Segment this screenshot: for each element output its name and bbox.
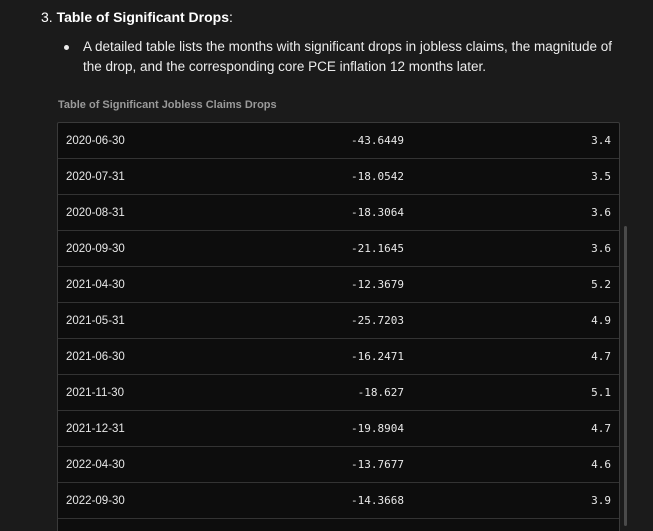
bullet-text: A detailed table lists the months with s… <box>83 39 613 74</box>
pce-cell: 3.6 <box>591 206 611 219</box>
table-body: 2020-06-30 -43.6449 3.4 2020-07-31 -18.0542 3… <box>58 123 619 519</box>
table-row: 2020-07-31 -18.0542 3.5 <box>58 159 619 195</box>
table-row: 2021-04-30 -12.3679 5.2 <box>58 267 619 303</box>
drop-cell: -13.7677 <box>351 458 404 471</box>
date-cell: 2020-09-30 <box>66 243 125 255</box>
pce-cell: 3.4 <box>591 134 611 147</box>
pce-cell: 4.7 <box>591 350 611 363</box>
pce-cell: 4.7 <box>591 422 611 435</box>
table-row: 2020-06-30 -43.6449 3.4 <box>58 123 619 159</box>
table-row: 2021-05-31 -25.7203 4.9 <box>58 303 619 339</box>
section-colon: : <box>229 9 233 25</box>
date-cell: 2020-06-30 <box>66 135 125 147</box>
date-cell: 2020-07-31 <box>66 171 125 183</box>
date-cell: 2021-11-30 <box>66 387 124 399</box>
scrollbar[interactable] <box>624 226 627 526</box>
data-table: 2020-06-30 -43.6449 3.4 2020-07-31 -18.0542 3… <box>57 122 620 531</box>
pce-cell: 5.1 <box>591 386 611 399</box>
drop-cell: -18.3064 <box>351 206 404 219</box>
date-cell: 2021-05-31 <box>66 315 125 327</box>
drop-cell: -21.1645 <box>351 242 404 255</box>
date-cell: 2021-04-30 <box>66 279 125 291</box>
drop-cell: -18.0542 <box>351 170 404 183</box>
pce-cell: 4.6 <box>591 458 611 471</box>
drop-cell: -19.8904 <box>351 422 404 435</box>
drop-cell: -14.3668 <box>351 494 404 507</box>
pce-cell: 3.6 <box>591 242 611 255</box>
table-row: 2021-12-31 -19.8904 4.7 <box>58 411 619 447</box>
date-cell: 2021-06-30 <box>66 351 125 363</box>
drop-cell: -12.3679 <box>351 278 404 291</box>
bullet-item: A detailed table lists the months with s… <box>64 37 634 77</box>
date-cell: 2021-12-31 <box>66 423 125 435</box>
section-heading: 3. Table of Significant Drops: <box>41 8 233 26</box>
table-row: 2020-09-30 -21.1645 3.6 <box>58 231 619 267</box>
pce-cell: 4.9 <box>591 314 611 327</box>
pce-cell: 3.5 <box>591 170 611 183</box>
table-row: 2022-09-30 -14.3668 3.9 <box>58 483 619 519</box>
table-title: Table of Significant Jobless Claims Drop… <box>58 99 277 111</box>
drop-cell: -18.627 <box>357 386 404 399</box>
table-row: 2020-08-31 -18.3064 3.6 <box>58 195 619 231</box>
date-cell: 2022-04-30 <box>66 459 125 471</box>
drop-cell: -16.2471 <box>351 350 404 363</box>
bullet-dot-icon <box>64 45 69 50</box>
pce-cell: 5.2 <box>591 278 611 291</box>
table-row: 2021-06-30 -16.2471 4.7 <box>58 339 619 375</box>
date-cell: 2020-08-31 <box>66 207 125 219</box>
table-row: 2021-11-30 -18.627 5.1 <box>58 375 619 411</box>
pce-cell: 3.9 <box>591 494 611 507</box>
date-cell: 2022-09-30 <box>66 495 125 507</box>
drop-cell: -25.7203 <box>351 314 404 327</box>
section-number: 3. <box>41 9 53 25</box>
drop-cell: -43.6449 <box>351 134 404 147</box>
table-row: 2022-04-30 -13.7677 4.6 <box>58 447 619 483</box>
section-title: Table of Significant Drops <box>56 9 229 25</box>
